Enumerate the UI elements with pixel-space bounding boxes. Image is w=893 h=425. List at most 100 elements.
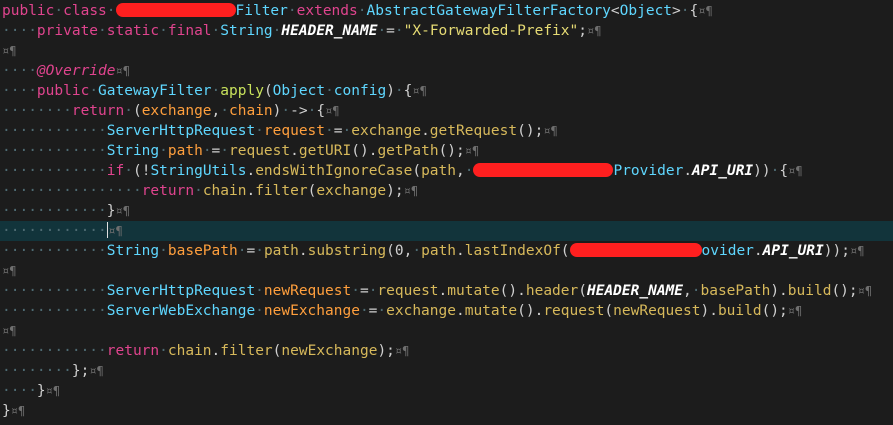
code-token: · <box>255 123 264 139</box>
end-of-line-marker: ¤¶ <box>788 164 803 178</box>
code-token: ( <box>578 283 587 299</box>
indent-marker: ············ <box>2 143 107 159</box>
code-token: · <box>412 243 422 259</box>
code-line[interactable]: ········};¤¶ <box>0 361 893 381</box>
code-token: mutate <box>464 303 518 319</box>
code-line[interactable]: ····public·GatewayFilter·apply(Object·co… <box>0 81 893 101</box>
code-line[interactable]: ¤¶ <box>0 321 893 341</box>
code-token: · <box>159 23 168 39</box>
code-token: · <box>159 143 168 159</box>
code-token: . <box>456 243 465 259</box>
code-line[interactable]: public·class· Filter·extends·AbstractGate… <box>0 1 893 21</box>
code-token: endsWithIgnoreCase <box>255 163 413 179</box>
code-token: . <box>683 163 693 179</box>
code-token: String <box>220 23 273 39</box>
code-editor[interactable]: public·class· Filter·extends·AbstractGate… <box>0 0 893 425</box>
code-token: build <box>717 303 762 319</box>
code-line[interactable]: ············}¤¶ <box>0 201 893 221</box>
code-token: ). <box>700 303 718 319</box>
code-token: return <box>71 103 125 119</box>
code-token: · <box>377 303 387 319</box>
code-token: chain <box>202 183 247 199</box>
code-line[interactable]: ················return·chain.filter(exch… <box>0 181 893 201</box>
code-token: ( <box>604 303 614 319</box>
code-token: · <box>159 343 168 359</box>
indent-marker: ············ <box>2 223 107 239</box>
code-token: · <box>464 163 474 179</box>
code-line[interactable]: ¤¶ <box>0 261 893 281</box>
code-token: private <box>36 23 99 39</box>
code-token: mutate <box>447 283 500 299</box>
code-line[interactable]: ············if·(!StringUtils.endsWithIgn… <box>0 161 893 181</box>
code-line[interactable]: ············String·path·=·request.getURI… <box>0 141 893 161</box>
code-token: ); <box>386 183 404 199</box>
code-line[interactable]: ····private·static·final·String·HEADER_N… <box>0 21 893 41</box>
code-token: newExchange <box>281 343 378 359</box>
end-of-line-marker: ¤¶ <box>857 284 873 298</box>
redaction-mark <box>569 243 702 257</box>
code-token: · <box>342 123 352 139</box>
code-line[interactable]: }¤¶ <box>0 401 893 421</box>
code-token: return <box>106 343 160 359</box>
indent-marker: ···· <box>2 63 37 79</box>
end-of-line-marker: ¤¶ <box>115 64 130 78</box>
code-token: ( <box>412 163 422 179</box>
end-of-line-marker: ¤¶ <box>849 244 865 258</box>
code-token: ServerHttpRequest <box>106 283 256 299</box>
code-token: HEADER_NAME <box>281 23 378 39</box>
code-token: · <box>220 143 230 159</box>
code-token: · <box>54 3 64 19</box>
code-line[interactable]: ····@Override¤¶ <box>0 61 893 81</box>
code-line[interactable]: ············ServerHttpRequest·newRequest… <box>0 281 893 301</box>
code-line[interactable]: ············ServerWebExchange·newExchang… <box>0 301 893 321</box>
code-token: ( <box>560 243 570 259</box>
code-token: AbstractGatewayFilterFactory <box>366 3 611 19</box>
code-line[interactable]: ············ ¤¶ <box>0 221 893 241</box>
code-token: ). <box>770 283 788 299</box>
code-line[interactable]: ············String·basePath·=·path.subst… <box>0 241 893 261</box>
code-token: . <box>455 303 465 319</box>
code-token: String <box>106 143 160 159</box>
code-line[interactable]: ············return·chain.filter(newExcha… <box>0 341 893 361</box>
code-token: path <box>421 163 456 179</box>
code-token: filter <box>220 343 273 359</box>
code-token: ) <box>386 83 395 99</box>
code-token: , <box>456 163 465 179</box>
code-token: return <box>141 183 195 199</box>
code-token: ( <box>263 83 273 99</box>
code-token: "X-Forwarded-Prefix" <box>403 23 579 39</box>
code-token: path <box>263 243 299 259</box>
code-token: (). <box>351 143 378 159</box>
code-token: 0 <box>394 243 404 259</box>
code-token: getRequest <box>429 123 518 139</box>
code-token: substring <box>307 243 387 259</box>
code-token: exchange <box>316 183 387 199</box>
code-token: StringUtils <box>150 163 247 179</box>
code-token: Object <box>272 83 326 99</box>
code-token: = <box>386 23 395 39</box>
code-token: Object <box>619 3 673 19</box>
indent-marker: ············ <box>2 123 107 139</box>
code-token: header <box>525 283 579 299</box>
indent-marker: ········ <box>2 103 72 119</box>
code-token: exchange <box>351 123 422 139</box>
code-token: , <box>211 103 221 119</box>
code-line[interactable]: ¤¶ <box>0 41 893 61</box>
code-token: · <box>159 243 168 259</box>
code-token: } <box>106 203 116 219</box>
code-token: ( <box>132 103 142 119</box>
code-token: basePath <box>167 243 238 259</box>
end-of-line-marker: ¤¶ <box>394 344 410 358</box>
code-token: exchange <box>141 103 212 119</box>
code-token: ); <box>377 343 395 359</box>
indent-marker: ···· <box>2 383 37 399</box>
end-of-line-marker: ¤¶ <box>2 264 17 278</box>
code-line[interactable]: ····}¤¶ <box>0 381 893 401</box>
code-line[interactable]: ········return·(exchange,·chain)·->·{¤¶ <box>0 101 893 121</box>
code-token: )); <box>823 243 850 259</box>
code-token: } <box>2 403 11 419</box>
code-token: } <box>36 383 46 399</box>
code-token: public <box>2 3 55 19</box>
code-line[interactable]: ············ServerHttpRequest·request·=·… <box>0 121 893 141</box>
end-of-line-marker: ¤¶ <box>89 364 104 378</box>
